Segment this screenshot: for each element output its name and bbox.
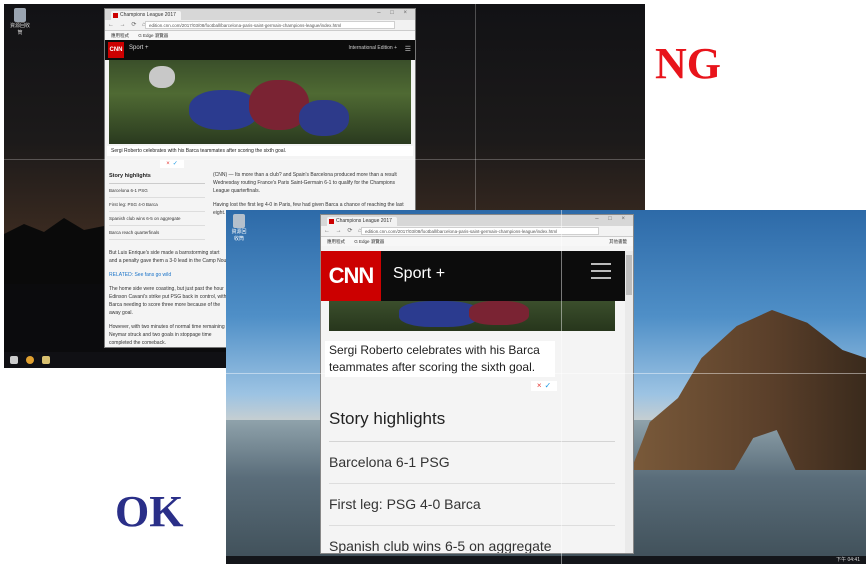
photo-caption: Sergi Roberto celebrates with his Barca … <box>107 146 413 156</box>
story-highlights: Story highlights Barcelona 6-1 PSG First… <box>109 167 205 240</box>
url-field[interactable]: edition.cnn.com/2017/03/08/football/barc… <box>361 227 599 235</box>
ok-label: OK <box>115 487 184 536</box>
accept-icon[interactable]: ✓ <box>544 381 551 390</box>
cnn-logo[interactable]: CNN <box>108 42 124 58</box>
tab-bar: Champions League 2017 – □ × <box>321 215 633 226</box>
tab-bar: Champions League 2017 – □ × <box>105 9 415 20</box>
crosshair-vertical <box>561 210 562 564</box>
article-paragraph: The home side were coasting, but just pa… <box>109 286 227 316</box>
verify-widget: × ✓ <box>531 381 557 391</box>
taskbar: 下午 04:41 <box>226 556 866 564</box>
nav-buttons[interactable]: ← → ⟳ ⌂ <box>324 227 364 234</box>
highlight-item: Barcelona 6-1 PSG <box>329 442 615 484</box>
highlight-item: Barcelona 6-1 PSG <box>109 184 205 198</box>
highlights-title: Story highlights <box>329 395 615 442</box>
article-paragraph: But Luis Enrique's side made a barnstorm… <box>109 250 228 264</box>
crosshair-horizontal <box>226 373 866 374</box>
bookmark-other[interactable]: 其他書籤 <box>609 237 627 246</box>
ng-label: NG <box>655 39 721 88</box>
cnn-header: CNN Sport + International Edition + ☰ <box>105 40 415 60</box>
article-photo <box>109 60 411 144</box>
crosshair-horizontal <box>4 159 645 160</box>
edition-selector[interactable]: International Edition + <box>348 45 397 51</box>
cnn-favicon-icon <box>329 219 334 224</box>
address-bar-row: ← → ⟳ ⌂ edition.cnn.com/2017/03/08/footb… <box>321 226 633 237</box>
bookmark-edge[interactable]: G Edge 瀏覽器 <box>138 33 168 38</box>
bookmark-apps[interactable]: 應用程式 <box>327 239 345 244</box>
verify-widget: × ✓ <box>160 160 184 168</box>
scrollbar-thumb[interactable] <box>626 255 632 295</box>
story-highlights: Story highlights Barcelona 6-1 PSG First… <box>329 395 615 553</box>
player-shape <box>469 301 529 325</box>
desktop-icon-label: 資源回收筒 <box>10 23 31 36</box>
player-shape <box>299 100 349 136</box>
ok-screenshot: 資源回收筒 Champions League 2017 – □ × ← → ⟳ … <box>226 210 866 564</box>
article-body-lower: But Luis Enrique's side made a barnstorm… <box>109 249 229 347</box>
cnn-header: CNN Sport + <box>321 251 625 301</box>
reject-icon[interactable]: × <box>166 161 170 167</box>
article-paragraph: (CNN) — Its more than a club? and Spain'… <box>213 172 397 194</box>
article-paragraph: However, with two minutes of normal time… <box>109 324 225 346</box>
window-controls[interactable]: – □ × <box>377 10 411 16</box>
bookmark-edge[interactable]: G Edge 瀏覽器 <box>354 239 384 244</box>
browser-tab[interactable]: Champions League 2017 <box>327 217 397 226</box>
address-bar-row: ← → ⟳ ⌂ edition.cnn.com/2017/03/08/footb… <box>105 20 415 31</box>
article-photo <box>329 301 615 331</box>
player-shape <box>149 66 175 88</box>
browser-window: Champions League 2017 – □ × ← → ⟳ ⌂ edit… <box>320 214 634 554</box>
highlight-item: First leg: PSG 4-0 Barca <box>109 198 205 212</box>
window-controls[interactable]: – □ × <box>595 216 629 222</box>
highlight-item: Spanish club wins 6-5 on aggregate <box>329 526 615 553</box>
tab-title: Champions League 2017 <box>336 218 392 224</box>
highlight-item: Barca reach quarterfinals <box>109 226 205 240</box>
recycle-bin-icon[interactable]: 資源回收筒 <box>230 214 248 244</box>
highlight-item: Spanish club wins 6-5 on aggregate <box>109 212 205 226</box>
photo-caption: Sergi Roberto celebrates with his Barca … <box>325 341 555 377</box>
scrollbar[interactable] <box>625 251 633 553</box>
folder-icon[interactable] <box>42 356 50 364</box>
hamburger-menu-icon[interactable] <box>591 263 611 279</box>
start-icon[interactable] <box>10 356 18 364</box>
chrome-icon[interactable] <box>26 356 34 364</box>
browser-tab[interactable]: Champions League 2017 <box>111 11 181 20</box>
section-menu[interactable]: Sport + <box>393 265 445 283</box>
bookmark-apps[interactable]: 應用程式 <box>111 33 129 38</box>
highlights-title: Story highlights <box>109 167 205 184</box>
player-shape <box>399 301 479 327</box>
tab-title: Champions League 2017 <box>120 12 176 18</box>
comparison-figure: 資源回收筒 Champions League 2017 – □ × ← → ⟳ … <box>0 0 866 564</box>
related-link[interactable]: RELATED: See fans go wild <box>109 271 229 279</box>
section-menu[interactable]: Sport + <box>129 45 149 51</box>
accept-icon[interactable]: ✓ <box>173 161 178 167</box>
url-field[interactable]: edition.cnn.com/2017/03/08/football/barc… <box>145 21 395 29</box>
recycle-bin-icon[interactable]: 資源回收筒 <box>10 8 30 38</box>
nav-buttons[interactable]: ← → ⟳ ⌂ <box>108 21 148 28</box>
desktop-icon-label: 資源回收筒 <box>231 229 247 242</box>
system-clock[interactable]: 下午 04:41 <box>836 556 860 564</box>
bookmarks-bar: 應用程式 G Edge 瀏覽器 <box>105 31 415 40</box>
highlight-item: First leg: PSG 4-0 Barca <box>329 484 615 526</box>
cnn-logo[interactable]: CNN <box>321 251 381 301</box>
cnn-favicon-icon <box>113 13 118 18</box>
bookmarks-bar: 應用程式 G Edge 瀏覽器 其他書籤 <box>321 237 633 246</box>
hamburger-menu-icon[interactable]: ☰ <box>405 45 411 53</box>
reject-icon[interactable]: × <box>537 381 542 390</box>
